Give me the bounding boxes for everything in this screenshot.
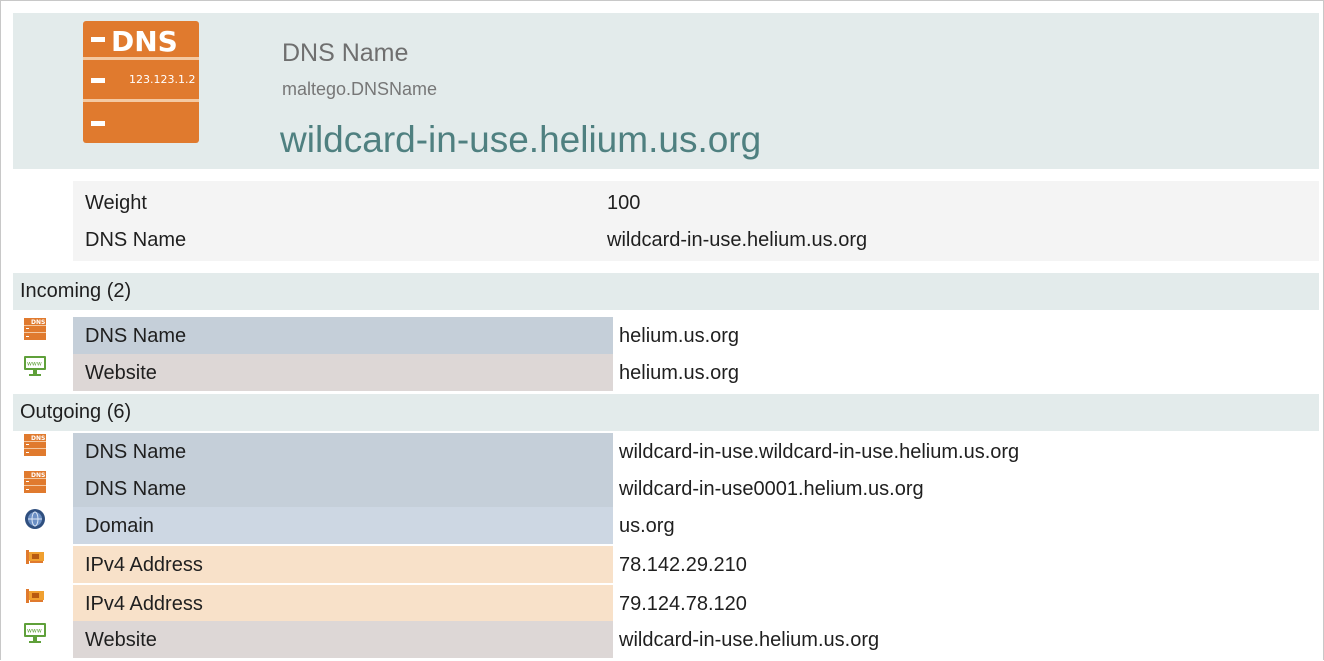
outgoing-row[interactable]: Domain us.org — [13, 507, 1319, 544]
outgoing-type-cell: Domain — [73, 507, 613, 544]
incoming-section-header[interactable]: Incoming (2) — [13, 273, 1319, 310]
property-value: 100 — [607, 192, 641, 214]
dns-icon: DNS — [24, 434, 46, 456]
outgoing-value[interactable]: us.org — [619, 515, 675, 538]
property-row-weight: Weight 100 — [73, 183, 1319, 220]
properties-panel: Weight 100 DNS Name wildcard-in-use.heli… — [73, 181, 1319, 261]
entity-value[interactable]: wildcard-in-use.helium.us.org — [280, 119, 761, 161]
outgoing-type-cell: DNS Name — [73, 433, 613, 470]
entity-detail-panel: DNS 123.123.1.2 DNS Name maltego.DNSName… — [0, 0, 1324, 660]
svg-text:DNS: DNS — [31, 435, 45, 442]
outgoing-value[interactable]: wildcard-in-use0001.helium.us.org — [619, 478, 924, 501]
svg-text:123.123.1.2: 123.123.1.2 — [129, 73, 195, 86]
outgoing-value[interactable]: 79.124.78.120 — [619, 593, 747, 616]
entity-class-name: maltego.DNSName — [282, 79, 438, 99]
outgoing-type-label: Domain — [85, 515, 154, 537]
outgoing-type-label: IPv4 Address — [85, 593, 203, 615]
outgoing-row[interactable]: DNS DNS Name wildcard-in-use0001.helium.… — [13, 470, 1319, 507]
outgoing-type-label: DNS Name — [85, 441, 187, 463]
outgoing-row[interactable]: IPv4 Address 78.142.29.210 — [13, 546, 1319, 583]
website-icon: www — [24, 356, 46, 376]
svg-text:DNS: DNS — [31, 319, 45, 326]
property-key: DNS Name — [85, 229, 187, 251]
property-row-dns-name: DNS Name wildcard-in-use.helium.us.org — [73, 220, 1319, 257]
network-card-icon — [26, 550, 44, 564]
outgoing-type-cell: IPv4 Address — [73, 585, 613, 622]
outgoing-value[interactable]: wildcard-in-use.wildcard-in-use.helium.u… — [619, 441, 1019, 464]
outgoing-row[interactable]: DNS DNS Name wildcard-in-use.wildcard-in… — [13, 433, 1319, 470]
outgoing-type-label: IPv4 Address — [85, 554, 203, 576]
outgoing-type-label: Website — [85, 629, 157, 651]
network-card-icon — [26, 589, 44, 603]
svg-text:www: www — [27, 361, 42, 368]
dns-server-icon: DNS 123.123.1.2 — [83, 21, 199, 143]
dns-icon: DNS — [24, 471, 46, 493]
website-icon: www — [24, 623, 46, 643]
incoming-type-label: DNS Name — [85, 325, 187, 347]
svg-text:www: www — [27, 628, 42, 635]
outgoing-row[interactable]: www Website wildcard-in-use.helium.us.or… — [13, 621, 1319, 658]
property-value: wildcard-in-use.helium.us.org — [607, 229, 868, 251]
entity-type-label: DNS Name — [282, 39, 409, 67]
incoming-row[interactable]: DNS DNS Name helium.us.org — [13, 317, 1319, 354]
entity-header: DNS 123.123.1.2 DNS Name maltego.DNSName… — [13, 13, 1319, 169]
outgoing-type-label: DNS Name — [85, 478, 187, 500]
outgoing-type-cell: Website — [73, 621, 613, 658]
incoming-title: Incoming (2) — [20, 280, 132, 302]
outgoing-value[interactable]: wildcard-in-use.helium.us.org — [619, 629, 879, 652]
property-key: Weight — [85, 192, 147, 214]
incoming-value[interactable]: helium.us.org — [619, 362, 739, 385]
outgoing-section-header[interactable]: Outgoing (6) — [13, 394, 1319, 431]
incoming-type-label: Website — [85, 362, 157, 384]
incoming-type-cell: Website — [73, 354, 613, 391]
dns-icon: DNS — [24, 318, 46, 340]
incoming-row[interactable]: www Website helium.us.org — [13, 354, 1319, 391]
outgoing-title: Outgoing (6) — [20, 401, 132, 423]
outgoing-value[interactable]: 78.142.29.210 — [619, 554, 747, 577]
incoming-type-cell: DNS Name — [73, 317, 613, 354]
incoming-value[interactable]: helium.us.org — [619, 325, 739, 348]
outgoing-type-cell: DNS Name — [73, 470, 613, 507]
svg-text:DNS: DNS — [111, 25, 178, 58]
outgoing-type-cell: IPv4 Address — [73, 546, 613, 583]
globe-icon — [25, 509, 45, 529]
svg-text:DNS: DNS — [31, 472, 45, 479]
outgoing-row[interactable]: IPv4 Address 79.124.78.120 — [13, 585, 1319, 622]
